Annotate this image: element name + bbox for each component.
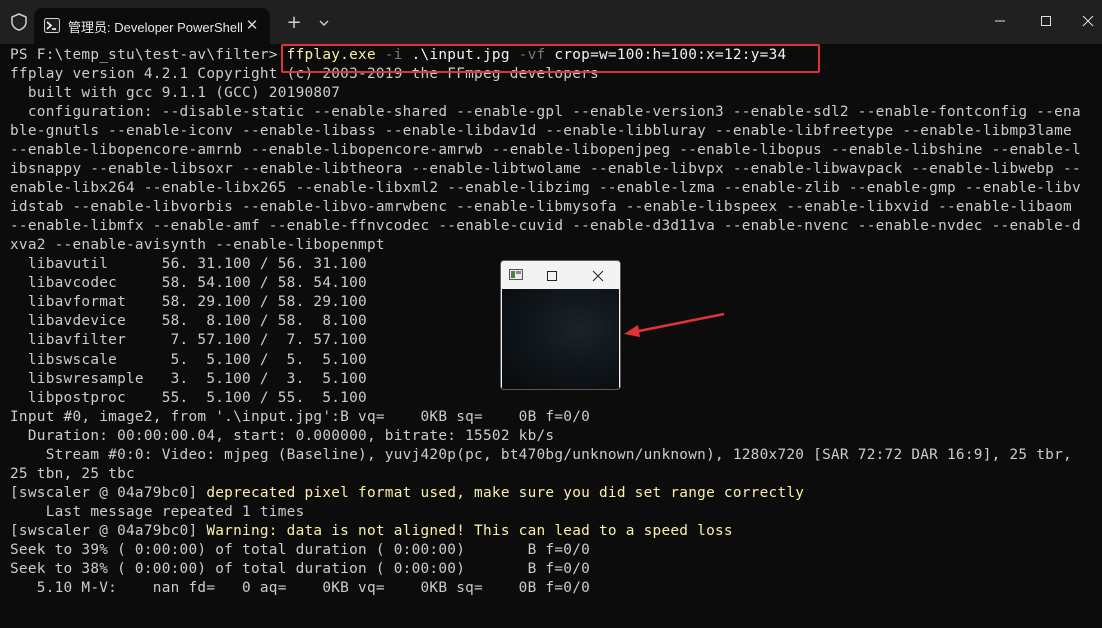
console-line: 5.10 M-V: nan fd= 0 aq= 0KB vq= 0KB sq= … xyxy=(10,579,1081,598)
console-line: libpostproc 55. 5.100 / 55. 5.100 xyxy=(10,389,1081,408)
close-tab-icon[interactable]: ✕ xyxy=(242,15,262,35)
ffplay-title-bar[interactable] xyxy=(501,261,620,289)
console-line: [swscaler @ 04a79bc0] deprecated pixel f… xyxy=(10,484,1081,503)
console-line: 25 tbn, 25 tbc xyxy=(10,465,1081,484)
tab-title: 管理员: Developer PowerShell xyxy=(68,20,243,35)
console-line: enable-libx264 --enable-libx265 --enable… xyxy=(10,179,1081,198)
console-text: Stream #0:0: Video: mjpeg (Baseline), yu… xyxy=(10,446,1072,463)
maximize-icon[interactable] xyxy=(1026,6,1066,36)
console-line: --enable-libopencore-amrnb --enable-libo… xyxy=(10,141,1081,160)
console-text: --enable-libmfx --enable-amf --enable-ff… xyxy=(10,218,1081,235)
console-text: enable-libx264 --enable-libx265 --enable… xyxy=(10,180,1081,197)
cropped-video-frame xyxy=(502,289,619,389)
chevron-down-icon[interactable] xyxy=(312,12,336,34)
console-text: 25 tbn, 25 tbc xyxy=(10,465,135,482)
console-text: libavdevice 58. 8.100 / 58. 8.100 xyxy=(10,313,367,330)
console-line: [swscaler @ 04a79bc0] Warning: data is n… xyxy=(10,522,1081,541)
console-text: Last message repeated 1 times xyxy=(10,503,305,520)
console-text: libavfilter 7. 57.100 / 7. 57.100 xyxy=(10,332,367,349)
console-text: Input #0, image2, from '.\input.jpg':B v… xyxy=(10,408,591,425)
console-text: deprecated pixel format used, make sure … xyxy=(206,484,805,501)
ffplay-maximize-icon[interactable] xyxy=(541,265,563,287)
new-tab-button[interactable]: + xyxy=(282,12,306,34)
console-line: Seek to 38% ( 0:00:00) of total duration… xyxy=(10,560,1081,579)
console-line: --enable-libmfx --enable-amf --enable-ff… xyxy=(10,217,1081,236)
console-text: [swscaler @ 04a79bc0] xyxy=(10,522,207,539)
console-text: configuration: --disable-static --enable… xyxy=(10,104,1081,121)
console-line: ble-gnutls --enable-iconv --enable-libas… xyxy=(10,122,1081,141)
close-window-icon[interactable] xyxy=(1068,6,1102,36)
console-line: Last message repeated 1 times xyxy=(10,503,1081,522)
console-text: libavcodec 58. 54.100 / 58. 54.100 xyxy=(10,275,367,292)
ffplay-app-icon xyxy=(509,269,523,280)
ffplay-video-window[interactable] xyxy=(500,260,621,390)
shield-icon xyxy=(11,13,27,31)
console-text: 5.10 M-V: nan fd= 0 aq= 0KB vq= 0KB sq= … xyxy=(10,579,591,596)
console-text: Duration: 00:00:00.04, start: 0.000000, … xyxy=(10,427,555,444)
annotation-arrow xyxy=(624,312,725,337)
console-line: idstab --enable-libvorbis --enable-libvo… xyxy=(10,198,1081,217)
minimize-icon[interactable] xyxy=(980,6,1020,36)
console-line: Stream #0:0: Video: mjpeg (Baseline), yu… xyxy=(10,446,1081,465)
console-text: ibsnappy --enable-libsoxr --enable-libth… xyxy=(10,161,1081,178)
console-text: xva2 --enable-avisynth --enable-libopenm… xyxy=(10,237,385,254)
command-highlight-box xyxy=(281,44,820,73)
console-text: idstab --enable-libvorbis --enable-libvo… xyxy=(10,199,1072,216)
console-text: Seek to 38% ( 0:00:00) of total duration… xyxy=(10,560,591,577)
console-text: libpostproc 55. 5.100 / 55. 5.100 xyxy=(10,389,367,406)
console-text: libswresample 3. 5.100 / 3. 5.100 xyxy=(10,370,367,387)
console-text: libavformat 58. 29.100 / 58. 29.100 xyxy=(10,294,367,311)
console-text: libswscale 5. 5.100 / 5. 5.100 xyxy=(10,351,367,368)
console-line: built with gcc 9.1.1 (GCC) 20190807 xyxy=(10,84,1081,103)
console-line: Input #0, image2, from '.\input.jpg':B v… xyxy=(10,408,1081,427)
console-text: built with gcc 9.1.1 (GCC) 20190807 xyxy=(10,85,341,102)
console-text: Seek to 39% ( 0:00:00) of total duration… xyxy=(10,541,591,558)
console-text: [swscaler @ 04a79bc0] xyxy=(10,484,207,501)
console-line: xva2 --enable-avisynth --enable-libopenm… xyxy=(10,236,1081,255)
console-line: ibsnappy --enable-libsoxr --enable-libth… xyxy=(10,160,1081,179)
title-bar: 管理员: Developer PowerShell ✕ + xyxy=(0,0,1102,44)
console-text: PS F:\temp_stu\test-av\filter> xyxy=(10,47,287,63)
powershell-icon xyxy=(44,18,60,33)
ffplay-close-icon[interactable] xyxy=(587,265,609,287)
console-line: configuration: --disable-static --enable… xyxy=(10,103,1081,122)
terminal-tab[interactable]: 管理员: Developer PowerShell ✕ xyxy=(34,8,270,44)
console-text: --enable-libopencore-amrnb --enable-libo… xyxy=(10,142,1081,159)
console-text: libavutil 56. 31.100 / 56. 31.100 xyxy=(10,256,367,273)
console-text: Warning: data is not aligned! This can l… xyxy=(206,522,733,539)
console-line: Seek to 39% ( 0:00:00) of total duration… xyxy=(10,541,1081,560)
console-text: ble-gnutls --enable-iconv --enable-libas… xyxy=(10,123,1072,140)
console-line: Duration: 00:00:00.04, start: 0.000000, … xyxy=(10,427,1081,446)
